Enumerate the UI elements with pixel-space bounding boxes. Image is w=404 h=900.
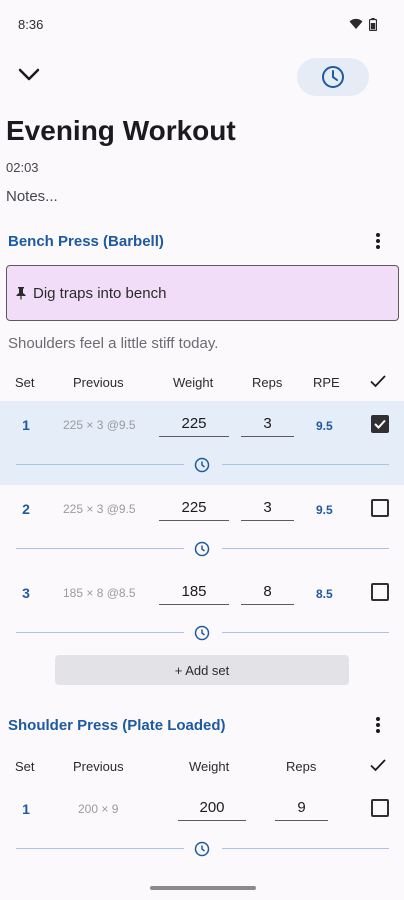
status-time: 8:36 — [18, 16, 44, 32]
weight-field[interactable]: 200 — [178, 795, 246, 821]
rest-timer-icon[interactable] — [194, 457, 210, 473]
rest-timer-line — [222, 848, 389, 849]
set-number: 1 — [22, 417, 30, 433]
workout-title[interactable]: Evening Workout — [0, 109, 404, 153]
rest-timer-line — [16, 632, 184, 633]
set-table-header: Set Previous Weight Reps RPE — [0, 363, 404, 401]
clock-icon — [322, 66, 344, 88]
add-set-button[interactable]: + Add set — [55, 655, 349, 685]
header-previous: Previous — [73, 759, 124, 774]
set-row: 1 225 × 3 @9.5 225 3 9.5 — [0, 401, 404, 485]
status-bar: 8:36 — [0, 0, 404, 48]
exercise-menu-button[interactable] — [366, 229, 390, 253]
header-set: Set — [15, 375, 35, 390]
rpe-value[interactable]: 8.5 — [316, 587, 333, 601]
home-indicator[interactable] — [150, 886, 256, 890]
header-reps: Reps — [286, 759, 317, 774]
set-number: 2 — [22, 501, 30, 517]
toolbar — [0, 48, 404, 106]
set-number: 1 — [22, 801, 30, 817]
reps-field[interactable]: 9 — [275, 795, 328, 821]
rpe-value[interactable]: 9.5 — [316, 503, 333, 517]
pinned-note-text: Dig traps into bench — [33, 284, 167, 302]
set-previous: 225 × 3 @9.5 — [63, 502, 136, 516]
rest-timer-icon[interactable] — [194, 625, 210, 641]
set-row: 2 225 × 3 @9.5 225 3 9.5 — [0, 485, 404, 569]
rest-timer-line — [16, 548, 184, 549]
status-icons — [349, 17, 377, 31]
rest-timer-line — [222, 548, 389, 549]
reps-field[interactable]: 8 — [241, 579, 294, 605]
more-vertical-icon — [376, 233, 380, 249]
rest-timer-line — [16, 848, 184, 849]
set-row: 3 185 × 8 @8.5 185 8 8.5 — [0, 569, 404, 653]
check-icon — [374, 419, 386, 429]
header-previous: Previous — [73, 375, 124, 390]
set-table-header: Set Previous Weight Reps — [0, 747, 404, 785]
collapse-button[interactable] — [12, 58, 46, 92]
rest-timer-line — [222, 464, 389, 465]
set-complete-checkbox[interactable] — [371, 415, 389, 433]
rpe-value[interactable]: 9.5 — [316, 419, 333, 433]
exercise-header: Shoulder Press (Plate Loaded) — [0, 705, 404, 745]
exercise-name[interactable]: Bench Press (Barbell) — [8, 233, 164, 250]
exercise-menu-button[interactable] — [366, 713, 390, 737]
header-weight: Weight — [189, 759, 230, 774]
exercise-header: Bench Press (Barbell) — [0, 221, 404, 261]
weight-field[interactable]: 225 — [159, 495, 229, 521]
check-icon — [370, 375, 386, 388]
set-previous: 200 × 9 — [78, 802, 119, 816]
workout-notes-field[interactable]: Notes... — [0, 185, 404, 209]
battery-icon — [369, 17, 377, 31]
set-complete-checkbox[interactable] — [371, 499, 389, 517]
rest-timer-line — [222, 632, 389, 633]
exercise-name[interactable]: Shoulder Press (Plate Loaded) — [8, 717, 226, 734]
header-weight: Weight — [173, 375, 214, 390]
set-complete-checkbox[interactable] — [371, 583, 389, 601]
reps-field[interactable]: 3 — [241, 411, 294, 437]
weight-field[interactable]: 185 — [159, 579, 229, 605]
rest-timer-line — [16, 464, 184, 465]
set-number: 3 — [22, 585, 30, 601]
pinned-note[interactable]: Dig traps into bench — [6, 265, 399, 321]
set-previous: 185 × 8 @8.5 — [63, 586, 136, 600]
workout-duration: 02:03 — [6, 160, 39, 175]
weight-field[interactable]: 225 — [159, 411, 229, 437]
exercise-note[interactable]: Shoulders feel a little stiff today. — [0, 333, 404, 355]
header-rpe: RPE — [313, 375, 340, 390]
set-previous: 225 × 3 @9.5 — [63, 418, 136, 432]
set-row: 1 200 × 9 200 9 — [0, 785, 404, 857]
rest-timer-icon[interactable] — [194, 541, 210, 557]
rest-timer-icon[interactable] — [194, 841, 210, 857]
check-icon — [370, 759, 386, 772]
pin-icon — [16, 287, 26, 300]
wifi-icon — [349, 18, 363, 29]
more-vertical-icon — [376, 717, 380, 733]
reps-field[interactable]: 3 — [241, 495, 294, 521]
set-complete-checkbox[interactable] — [371, 799, 389, 817]
header-set: Set — [15, 759, 35, 774]
chevron-down-icon — [18, 68, 40, 81]
rest-timer-button[interactable] — [297, 58, 369, 96]
header-reps: Reps — [252, 375, 283, 390]
